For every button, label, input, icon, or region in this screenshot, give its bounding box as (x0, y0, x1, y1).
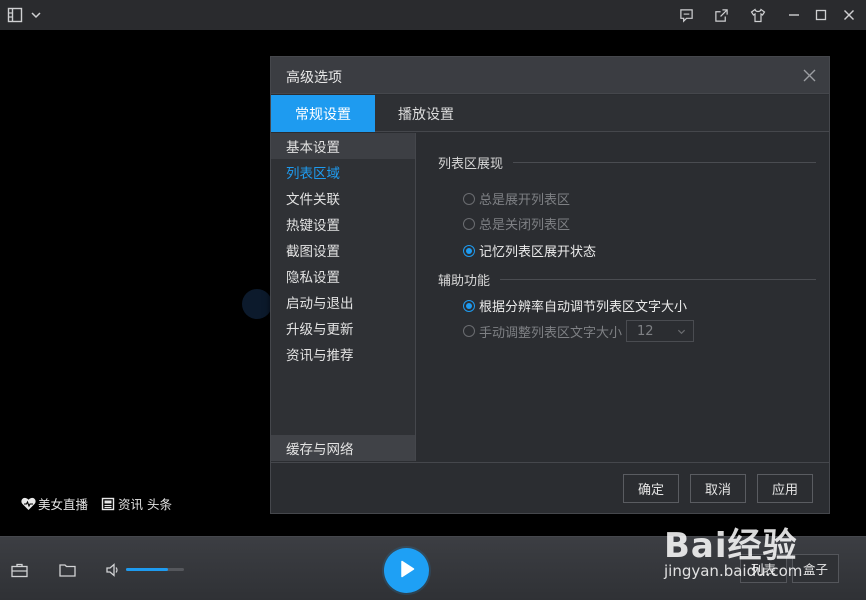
open-folder-icon[interactable] (58, 561, 76, 579)
chevron-down-icon[interactable] (28, 7, 44, 23)
volume-level (126, 568, 168, 571)
live-link[interactable]: 美女直播 (20, 494, 88, 513)
maximize-icon[interactable] (813, 7, 829, 23)
option-label: 根据分辨率自动调节列表区文字大小 (479, 300, 688, 315)
news-link[interactable]: 资讯 头条 (100, 494, 172, 513)
section-list-title: 列表区展现 (438, 157, 504, 172)
section-aux: 辅助功能 (438, 270, 816, 289)
radio-button[interactable] (463, 192, 475, 205)
dialog-footer: 确定 取消 应用 (271, 462, 829, 513)
dialog-close-icon[interactable] (801, 67, 817, 83)
option-label: 手动调整列表区文字大小 (479, 325, 623, 341)
loading-indicator (242, 289, 272, 319)
sidebar-item-news[interactable]: 资讯与推荐 (271, 341, 415, 367)
sidebar-item-privacy[interactable]: 隐私设置 (271, 263, 415, 289)
news-icon (100, 496, 116, 512)
sidebar-item-updates[interactable]: 升级与更新 (271, 315, 415, 341)
cancel-button[interactable]: 取消 (690, 474, 746, 503)
sidebar-item-hotkeys[interactable]: 热键设置 (271, 211, 415, 237)
dialog-title: 高级选项 (286, 70, 342, 86)
feedback-icon[interactable] (678, 7, 694, 23)
radio-button[interactable] (463, 217, 475, 230)
sidebar-item-basic[interactable]: 基本设置 (271, 133, 415, 159)
sidebar-item-startup-exit[interactable]: 启动与退出 (271, 289, 415, 315)
ok-button[interactable]: 确定 (623, 474, 679, 503)
close-icon[interactable] (841, 7, 857, 23)
sidebar-item-list-area[interactable]: 列表区域 (271, 159, 415, 185)
sidebar-item-file-association[interactable]: 文件关联 (271, 185, 415, 211)
option-auto-font-size[interactable]: 根据分辨率自动调节列表区文字大小 (463, 296, 687, 315)
chevron-down-icon (677, 325, 686, 340)
toolbox-icon[interactable] (10, 561, 28, 579)
radio-button[interactable] (463, 325, 475, 337)
option-always-close[interactable]: 总是关闭列表区 (463, 214, 570, 233)
volume-icon[interactable] (104, 561, 122, 579)
radio-button-checked[interactable] (463, 244, 475, 257)
play-icon (399, 560, 415, 582)
section-divider (513, 162, 816, 163)
dialog-tabs: 常规设置 播放设置 (271, 95, 829, 132)
section-list-display: 列表区展现 (438, 153, 816, 172)
news-label: 资讯 头条 (118, 497, 172, 512)
apply-button[interactable]: 应用 (757, 474, 813, 503)
option-manual-font-size[interactable]: 手动调整列表区文字大小 12 (463, 320, 695, 342)
box-button[interactable]: 盒子 (792, 554, 840, 583)
playlist-button[interactable]: 列表 (740, 554, 788, 583)
play-button[interactable] (384, 548, 429, 593)
section-aux-title: 辅助功能 (438, 274, 491, 289)
sidebar-item-screenshot[interactable]: 截图设置 (271, 237, 415, 263)
font-size-select[interactable]: 12 (626, 320, 695, 342)
playlist-menu-icon[interactable] (7, 7, 23, 23)
advanced-options-dialog: 高级选项 常规设置 播放设置 基本设置 列表区域 文件关联 热键设置 截图设置 … (270, 56, 830, 514)
control-bar: 列表 盒子 (0, 536, 866, 600)
option-label: 总是关闭列表区 (479, 218, 571, 233)
skin-icon[interactable] (750, 7, 766, 23)
settings-panel: 列表区展现 总是展开列表区 总是关闭列表区 记忆列表区展开状态 辅助功能 根据分… (417, 133, 829, 461)
live-label: 美女直播 (38, 497, 89, 512)
title-bar (0, 0, 866, 30)
section-divider (500, 279, 816, 280)
volume-slider[interactable] (126, 568, 184, 571)
settings-sidebar: 基本设置 列表区域 文件关联 热键设置 截图设置 隐私设置 启动与退出 升级与更… (271, 133, 416, 461)
heart-icon (20, 496, 36, 512)
dialog-title-bar[interactable]: 高级选项 (271, 57, 829, 94)
option-label: 总是展开列表区 (479, 193, 571, 208)
tab-general[interactable]: 常规设置 (271, 95, 375, 132)
radio-button-checked[interactable] (463, 299, 475, 312)
option-remember-state[interactable]: 记忆列表区展开状态 (463, 241, 596, 260)
share-icon[interactable] (713, 7, 729, 23)
option-label: 记忆列表区展开状态 (479, 245, 597, 260)
minimize-icon[interactable] (786, 7, 802, 23)
option-always-expand[interactable]: 总是展开列表区 (463, 189, 570, 208)
sidebar-item-cache-network[interactable]: 缓存与网络 (271, 435, 415, 461)
font-size-value: 12 (637, 323, 654, 339)
tab-playback[interactable]: 播放设置 (374, 95, 478, 132)
